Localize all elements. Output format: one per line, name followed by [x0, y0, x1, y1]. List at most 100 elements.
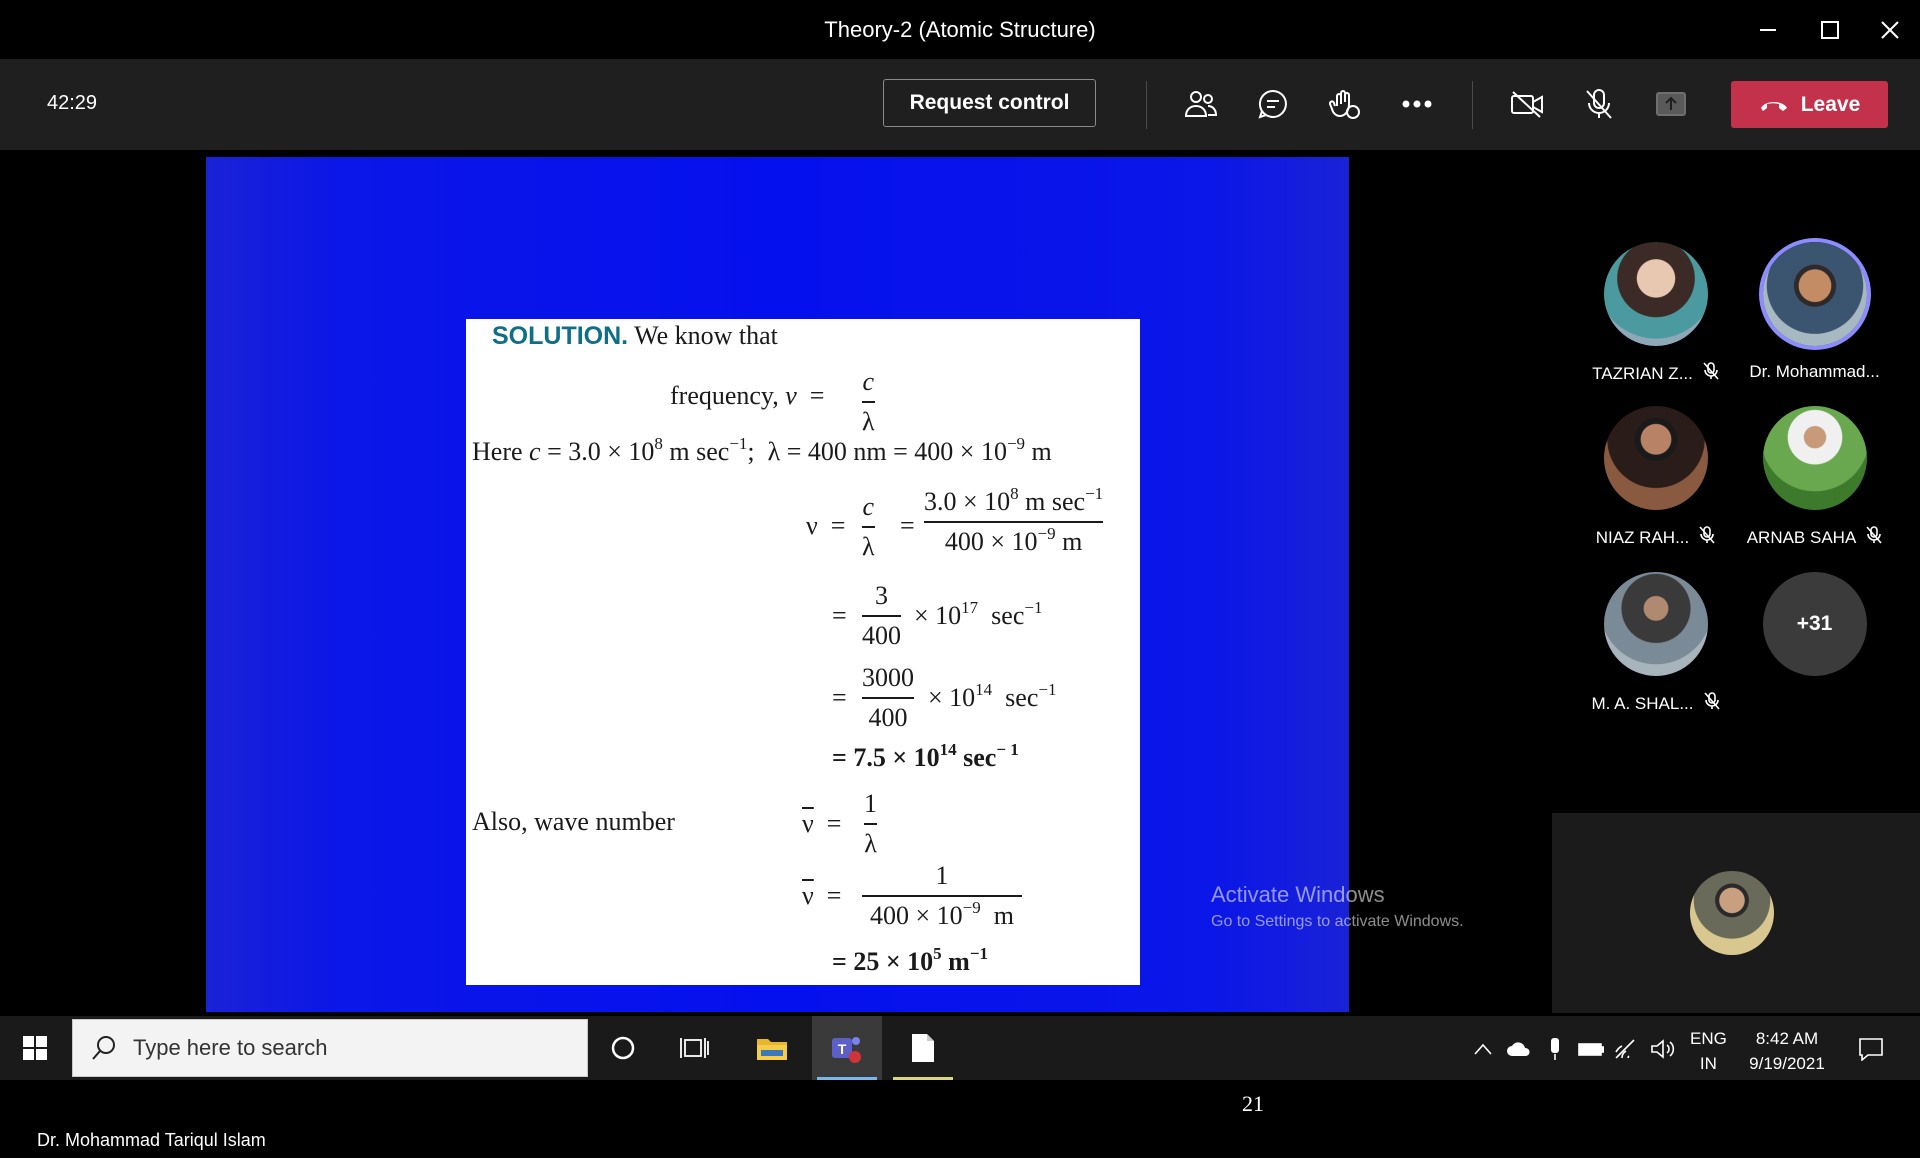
- reactions-button[interactable]: [1322, 81, 1368, 127]
- mic-off-icon: [1586, 89, 1612, 119]
- maximize-icon: [1821, 20, 1839, 39]
- solution-sheet: SOLUTION. We know that frequency, ν = cλ…: [466, 319, 1140, 985]
- mic-toggle-button[interactable]: [1576, 81, 1622, 127]
- participant-name: M. A. SHAL...: [1591, 693, 1694, 713]
- more-icon: [1402, 100, 1432, 108]
- solution-label: SOLUTION.: [492, 322, 629, 350]
- cortana-button[interactable]: [588, 1016, 658, 1080]
- frequency-label: frequency,: [670, 381, 779, 410]
- minimize-icon: [1760, 28, 1776, 31]
- onedrive-tray-icon[interactable]: [1506, 1036, 1532, 1062]
- document-taskbar-button[interactable]: [888, 1016, 958, 1080]
- chat-icon: [1258, 89, 1287, 119]
- leave-button[interactable]: Leave: [1731, 81, 1888, 128]
- avatar: [1762, 242, 1867, 346]
- participant-tile-active-speaker[interactable]: Dr. Mohammad...: [1732, 242, 1897, 382]
- toolbar-divider: [1472, 81, 1473, 129]
- here-label: Here: [472, 437, 523, 466]
- presentation-slide: SOLUTION. We know that frequency, ν = cλ…: [206, 157, 1349, 1012]
- search-icon: [92, 1036, 115, 1060]
- chevron-up-icon: [1474, 1043, 1492, 1055]
- activate-windows-watermark: Activate Windows Go to Settings to activ…: [1211, 882, 1464, 931]
- participants-button[interactable]: [1178, 81, 1224, 127]
- close-button[interactable]: [1862, 0, 1918, 59]
- teams-icon: T: [832, 1037, 861, 1063]
- taskbar-search-box[interactable]: Type here to search: [72, 1019, 588, 1077]
- activate-title: Activate Windows: [1211, 882, 1385, 907]
- meeting-timer: 42:29: [47, 92, 98, 114]
- wifi-icon: [1615, 1039, 1635, 1059]
- volume-tray-icon[interactable]: [1650, 1036, 1676, 1062]
- taskbar-clock[interactable]: 8:42 AM 9/19/2021: [1742, 1026, 1832, 1076]
- region-code: IN: [1699, 1054, 1717, 1073]
- avatar: [1603, 572, 1708, 676]
- cloud-icon: [1507, 1042, 1530, 1056]
- avatar: [1762, 406, 1867, 510]
- battery-tray-icon[interactable]: [1578, 1036, 1604, 1062]
- mic-off-icon: [1699, 526, 1715, 549]
- file-explorer-button[interactable]: [737, 1016, 807, 1080]
- more-actions-button[interactable]: [1394, 81, 1440, 127]
- overflow-count: +31: [1762, 572, 1867, 676]
- wave-number-label: Also, wave number: [472, 807, 675, 836]
- share-icon: [1656, 92, 1686, 116]
- more-participants-button[interactable]: +31: [1732, 572, 1897, 676]
- microphone-tray-icon[interactable]: [1542, 1036, 1568, 1062]
- participant-name: TAZRIAN Z...: [1592, 363, 1693, 383]
- maximize-button[interactable]: [1802, 0, 1858, 59]
- given-values: Here c = 3.0 × 108 m sec−1; λ = 400 nm =…: [472, 434, 1052, 466]
- notification-icon: [1859, 1038, 1883, 1061]
- participant-tile[interactable]: NIAZ RAH...: [1573, 406, 1738, 549]
- windows-taskbar: Type here to search T ENG IN 8:42 AM 9/1…: [0, 1016, 1920, 1080]
- participant-name: NIAZ RAH...: [1595, 527, 1690, 547]
- self-avatar: [1690, 871, 1774, 955]
- avatar: [1603, 406, 1708, 510]
- task-view-button[interactable]: [660, 1016, 730, 1080]
- minimize-button[interactable]: [1740, 0, 1796, 59]
- folder-icon: [757, 1039, 787, 1060]
- meeting-toolbar: 42:29 Request control Leave: [0, 59, 1920, 150]
- window-title-bar: Theory-2 (Atomic Structure): [0, 0, 1920, 59]
- toolbar-divider: [1146, 81, 1147, 129]
- frequency-equation: frequency, ν =: [670, 381, 825, 410]
- teams-taskbar-button[interactable]: T: [812, 1016, 882, 1080]
- raise-hand-icon: [1329, 90, 1360, 119]
- participant-tile[interactable]: TAZRIAN Z...: [1573, 242, 1738, 385]
- clock-date: 9/19/2021: [1749, 1054, 1825, 1073]
- close-icon: [1881, 20, 1899, 39]
- share-button[interactable]: [1648, 81, 1694, 127]
- start-button[interactable]: [0, 1016, 70, 1080]
- task-view-icon: [680, 1038, 709, 1058]
- language-code: ENG: [1690, 1029, 1727, 1048]
- microphone-icon: [1551, 1038, 1559, 1060]
- svg-text:T: T: [838, 1041, 847, 1057]
- chat-button[interactable]: [1250, 81, 1296, 127]
- show-hidden-icons-button[interactable]: [1470, 1036, 1496, 1062]
- mic-off-icon: [1703, 692, 1720, 715]
- avatar: [1603, 242, 1708, 346]
- presenter-name-tag: Dr. Mohammad Tariqul Islam: [28, 1122, 275, 1158]
- wifi-tray-icon[interactable]: [1614, 1036, 1640, 1062]
- people-icon: [1184, 91, 1218, 117]
- activate-subtitle: Go to Settings to activate Windows.: [1211, 913, 1464, 930]
- request-control-button[interactable]: Request control: [883, 79, 1096, 127]
- window-title: Theory-2 (Atomic Structure): [824, 17, 1096, 42]
- windows-logo-icon: [23, 1036, 47, 1060]
- action-center-button[interactable]: [1858, 1036, 1884, 1062]
- participant-name: ARNAB SAHA: [1746, 527, 1857, 547]
- phone-hangup-icon: [1760, 101, 1787, 111]
- mic-off-icon: [1703, 362, 1719, 385]
- c-over-lambda: cλ: [862, 367, 875, 436]
- participant-tile[interactable]: M. A. SHAL...: [1573, 572, 1738, 715]
- document-icon: [912, 1034, 934, 1062]
- participant-tile[interactable]: ARNAB SAHA: [1732, 406, 1897, 549]
- search-placeholder: Type here to search: [133, 1035, 328, 1060]
- mic-off-icon: [1866, 526, 1882, 549]
- solution-intro: We know that: [634, 321, 778, 350]
- camera-off-icon: [1511, 91, 1543, 118]
- participant-name: Dr. Mohammad...: [1749, 362, 1880, 381]
- camera-toggle-button[interactable]: [1504, 81, 1550, 127]
- input-language-button[interactable]: ENG IN: [1690, 1026, 1727, 1076]
- self-view: [1552, 813, 1920, 1013]
- speaker-icon: [1651, 1039, 1675, 1059]
